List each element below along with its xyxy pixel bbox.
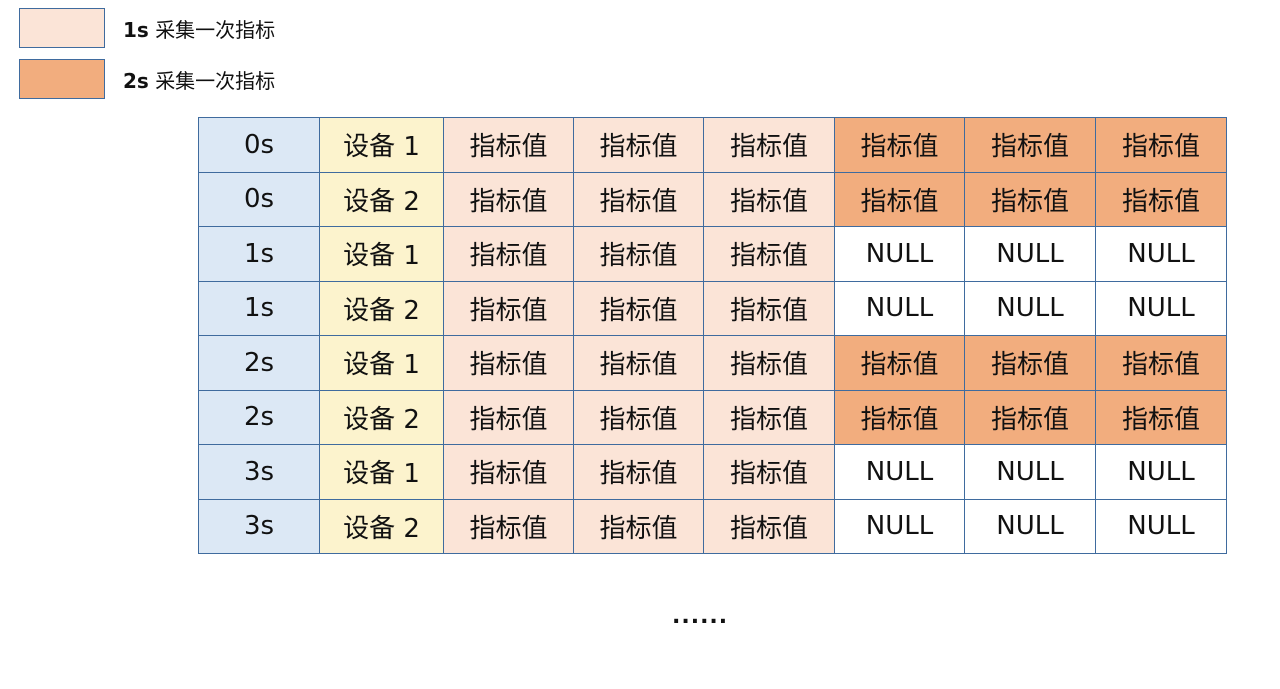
metric-value-cell: 指标值	[703, 280, 835, 336]
metric-value-cell: 指标值	[703, 389, 835, 445]
device-cell: 设备 2	[319, 498, 444, 554]
metric-value-cell: 指标值	[834, 389, 965, 445]
legend-text-2s: 采集一次指标	[155, 68, 276, 93]
device-cell: 设备 2	[319, 280, 444, 336]
table-row: 3s 设备 2 指标值 指标值 指标值 NULL NULL NULL	[198, 498, 1227, 554]
metric-value-cell: 指标值	[964, 335, 1096, 391]
metric-value-cell: 指标值	[443, 171, 574, 227]
metric-value-cell: 指标值	[573, 117, 704, 173]
metric-value-cell: 指标值	[443, 389, 574, 445]
time-cell: 3s	[198, 498, 320, 554]
metrics-table: 0s 设备 1 指标值 指标值 指标值 指标值 指标值 指标值 0s 设备 2 指标值 指标值 指标值指…	[198, 117, 1227, 554]
time-cell: 2s	[198, 389, 320, 445]
null-cell: NULL	[834, 280, 965, 336]
metric-value-cell: 指标值	[703, 226, 835, 282]
null-cell: NULL	[1095, 444, 1227, 500]
metric-value-cell: 指标值	[703, 171, 835, 227]
metric-value-cell: 指标值	[964, 171, 1096, 227]
metric-value-cell: 指标值	[703, 498, 835, 554]
metric-value-cell: 指标值	[573, 171, 704, 227]
metric-value-cell: 指标值	[1095, 171, 1227, 227]
metric-value-cell: 指标值	[573, 226, 704, 282]
metric-value-cell: 指标值	[703, 335, 835, 391]
metric-value-cell: 指标值	[1095, 117, 1227, 173]
device-cell: 设备 2	[319, 171, 444, 227]
time-cell: 0s	[198, 171, 320, 227]
metric-value-cell: 指标值	[443, 226, 574, 282]
table-row: 2s 设备 2 指标值 指标值 指标值 指标值 指标值 指标值	[198, 389, 1227, 445]
null-cell: NULL	[1095, 498, 1227, 554]
time-cell: 3s	[198, 444, 320, 500]
table-row: 1s 设备 2 指标值 指标值 指标值 NULL NULL NULL	[198, 280, 1227, 336]
ellipsis: ......	[672, 604, 729, 629]
null-cell: NULL	[964, 226, 1096, 282]
metric-value-cell: 指标值	[964, 117, 1096, 173]
legend-interval-1s: 1s	[123, 17, 149, 42]
legend-text-1s: 采集一次指标	[155, 17, 276, 42]
metric-value-cell: 指标值	[573, 444, 704, 500]
null-cell: NULL	[964, 444, 1096, 500]
table-body: 0s 设备 1 指标值 指标值 指标值 指标值 指标值 指标值 0s 设备 2 指标值 指标值 指标值指…	[198, 117, 1227, 554]
legend-swatch-dark	[19, 59, 105, 99]
null-cell: NULL	[834, 498, 965, 554]
time-cell: 1s	[198, 226, 320, 282]
null-cell: NULL	[1095, 280, 1227, 336]
metric-value-cell: 指标值	[703, 117, 835, 173]
metric-value-cell: 指标值	[573, 389, 704, 445]
metric-value-cell: 指标值	[834, 117, 965, 173]
metric-value-cell: 指标值	[443, 117, 574, 173]
metric-value-cell: 指标值	[834, 335, 965, 391]
metric-value-cell: 指标值	[573, 498, 704, 554]
legend-item-2s: 2s 采集一次指标	[19, 58, 275, 100]
table-row: 0s 设备 2 指标值 指标值 指标值 指标值 指标值 指标值	[198, 171, 1227, 227]
legend-interval-2s: 2s	[123, 68, 149, 93]
metric-value-cell: 指标值	[573, 280, 704, 336]
time-cell: 1s	[198, 280, 320, 336]
metric-value-cell: 指标值	[573, 335, 704, 391]
table-row: 0s 设备 1 指标值 指标值 指标值 指标值 指标值 指标值	[198, 117, 1227, 173]
time-cell: 2s	[198, 335, 320, 391]
null-cell: NULL	[834, 226, 965, 282]
metric-value-cell: 指标值	[443, 498, 574, 554]
metric-value-cell: 指标值	[703, 444, 835, 500]
device-cell: 设备 1	[319, 335, 444, 391]
device-cell: 设备 1	[319, 444, 444, 500]
metric-value-cell: 指标值	[443, 335, 574, 391]
table-row: 1s 设备 1 指标值 指标值 指标值 NULL NULL NULL	[198, 226, 1227, 282]
null-cell: NULL	[834, 444, 965, 500]
metric-value-cell: 指标值	[443, 444, 574, 500]
legend-item-1s: 1s 采集一次指标	[19, 7, 275, 49]
metric-value-cell: 指标值	[443, 280, 574, 336]
metric-value-cell: 指标值	[964, 389, 1096, 445]
legend-swatch-light	[19, 8, 105, 48]
legend-label-2s: 2s 采集一次指标	[123, 65, 275, 94]
null-cell: NULL	[964, 498, 1096, 554]
device-cell: 设备 1	[319, 117, 444, 173]
legend-label-1s: 1s 采集一次指标	[123, 14, 275, 43]
table-row: 3s 设备 1 指标值 指标值 指标值 NULL NULL NULL	[198, 444, 1227, 500]
null-cell: NULL	[1095, 226, 1227, 282]
device-cell: 设备 2	[319, 389, 444, 445]
table-row: 2s 设备 1 指标值 指标值 指标值 指标值 指标值 指标值	[198, 335, 1227, 391]
metric-value-cell: 指标值	[1095, 389, 1227, 445]
metric-value-cell: 指标值	[1095, 335, 1227, 391]
device-cell: 设备 1	[319, 226, 444, 282]
time-cell: 0s	[198, 117, 320, 173]
null-cell: NULL	[964, 280, 1096, 336]
metric-value-cell: 指标值	[834, 171, 965, 227]
